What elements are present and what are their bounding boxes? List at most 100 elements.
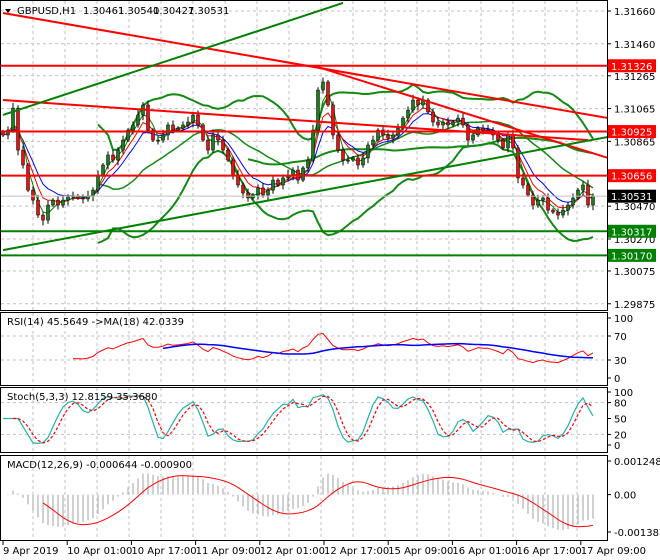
- candle-bearish: [461, 117, 465, 126]
- stoch-tick-label: 0: [614, 441, 620, 452]
- candle-bullish: [91, 189, 95, 197]
- candle-bullish: [536, 199, 540, 206]
- price-tick-label: 1.29875: [614, 300, 655, 311]
- candle-bearish: [341, 149, 345, 161]
- candle-bearish: [241, 184, 245, 194]
- candle-bearish: [206, 139, 210, 151]
- price-axis: 1.31660 1.31460 1.31265 1.31065 1.30865 1.304…: [607, 7, 660, 539]
- macd-tick-label: -0.001387: [614, 528, 660, 539]
- candle-bullish: [366, 144, 370, 159]
- candle-bullish: [256, 187, 260, 196]
- price-tick-label: 1.31065: [614, 105, 655, 116]
- time-tick-label: 9 Apr 2019: [3, 546, 58, 557]
- trend-lines[interactable]: [1, 2, 608, 257]
- candle-bullish: [411, 99, 415, 111]
- candle-bullish: [156, 139, 160, 142]
- candle-bullish: [61, 199, 65, 206]
- candle-bullish: [566, 204, 570, 211]
- time-axis: 9 Apr 2019 10 Apr 01:0010 Apr 17:0011 Apr…: [2, 540, 646, 557]
- candle-bullish: [166, 124, 170, 136]
- candle-bullish: [346, 159, 350, 162]
- candle-bullish: [351, 157, 355, 161]
- time-tick-label: 10 Apr 01:00: [67, 546, 132, 557]
- time-tick-label: 16 Apr 17:00: [517, 546, 582, 557]
- candle-bullish: [456, 117, 460, 123]
- rsi-tick-label: 30: [614, 356, 627, 367]
- candle-bearish: [276, 179, 280, 186]
- price-tag-label: 1.30656: [611, 172, 652, 183]
- candle-bearish: [56, 199, 60, 206]
- time-tick-label: 16 Apr 01:00: [452, 546, 517, 557]
- price-tick-label: 1.31265: [614, 72, 655, 83]
- candle-bullish: [311, 129, 315, 161]
- price-tag-label: 1.31326: [611, 62, 652, 73]
- price-tags: 1.31326 1.30925 1.30656 1.30317 1.30170 1.305…: [608, 59, 656, 262]
- candle-bullish: [46, 204, 50, 221]
- candle-bullish: [116, 149, 120, 161]
- candle-bullish: [406, 109, 410, 119]
- indicator-panels: [1, 332, 607, 530]
- candle-bearish: [81, 197, 85, 200]
- dropdown-arrow-icon[interactable]: [5, 9, 11, 13]
- candle-bearish: [586, 184, 590, 206]
- candle-bearish: [16, 107, 20, 151]
- candle-bearish: [221, 139, 225, 151]
- moving-average-green: [12, 91, 594, 214]
- price-tick-label: 1.30865: [614, 137, 655, 148]
- candle-bearish: [36, 199, 40, 216]
- stoch-tick-label: 80: [614, 399, 627, 410]
- candle-bearish: [416, 99, 420, 106]
- candle-bullish: [291, 169, 295, 176]
- candle-bullish: [96, 174, 100, 191]
- price-tick-label: 1.30075: [614, 267, 655, 278]
- candle-bearish: [31, 189, 35, 201]
- close-value: 1.30531: [188, 6, 229, 17]
- candle-bearish: [556, 211, 560, 216]
- time-tick-label: 12 Apr 17:00: [324, 546, 389, 557]
- candle-bearish: [261, 187, 265, 196]
- candle-bearish: [336, 134, 340, 151]
- stoch-tick-label: 50: [614, 415, 627, 426]
- trading-chart[interactable]: 1.31660 1.31460 1.31265 1.31065 1.30865 1.304…: [0, 0, 660, 560]
- price-tick-label: 1.31660: [614, 7, 655, 18]
- symbol-label: GBPUSD,H1: [17, 6, 76, 17]
- candle-bullish: [301, 167, 305, 181]
- candle-bearish: [226, 149, 230, 161]
- candle-bullish: [506, 134, 510, 149]
- time-tick-label: 17 Apr 09:00: [581, 546, 646, 557]
- rsi-tick-label: 100: [614, 314, 633, 325]
- candle-bullish: [281, 177, 285, 186]
- candle-bearish: [496, 134, 500, 141]
- candle-bearish: [331, 104, 335, 136]
- candle-bearish: [171, 124, 175, 131]
- candle-bullish: [161, 134, 165, 141]
- price-tag-label: 1.30170: [611, 251, 652, 262]
- macd-tick-label: 0.001248: [614, 457, 660, 468]
- candle-bullish: [581, 184, 585, 191]
- candle-bullish: [316, 89, 320, 131]
- candle-bullish: [176, 127, 180, 131]
- candle-bearish: [521, 177, 525, 186]
- candle-bullish: [136, 114, 140, 126]
- candle-bearish: [196, 114, 200, 126]
- candle-bullish: [541, 197, 545, 201]
- candle-bullish: [101, 164, 105, 176]
- candle-bullish: [591, 195, 595, 206]
- candle-bearish: [501, 139, 505, 149]
- rsi-label: RSI(14) 45.5649 ->MA(18) 42.0339: [7, 317, 184, 328]
- candle-bullish: [441, 121, 445, 126]
- candle-bearish: [216, 134, 220, 141]
- candle-bearish: [511, 134, 515, 149]
- candle-bullish: [391, 134, 395, 139]
- trend-line[interactable]: [2, 2, 344, 116]
- candle-bearish: [481, 127, 485, 131]
- candle-bullish: [66, 196, 70, 201]
- candle-bearish: [446, 121, 450, 126]
- candle-bearish: [551, 209, 555, 213]
- candle-bearish: [516, 147, 520, 179]
- candle-bullish: [371, 139, 375, 146]
- stoch-tick-label: 100: [614, 388, 633, 399]
- trend-line[interactable]: [2, 99, 589, 142]
- macd-label: MACD(12,26,9) -0.000644 -0.000900: [7, 460, 192, 471]
- candle-bullish: [106, 154, 110, 166]
